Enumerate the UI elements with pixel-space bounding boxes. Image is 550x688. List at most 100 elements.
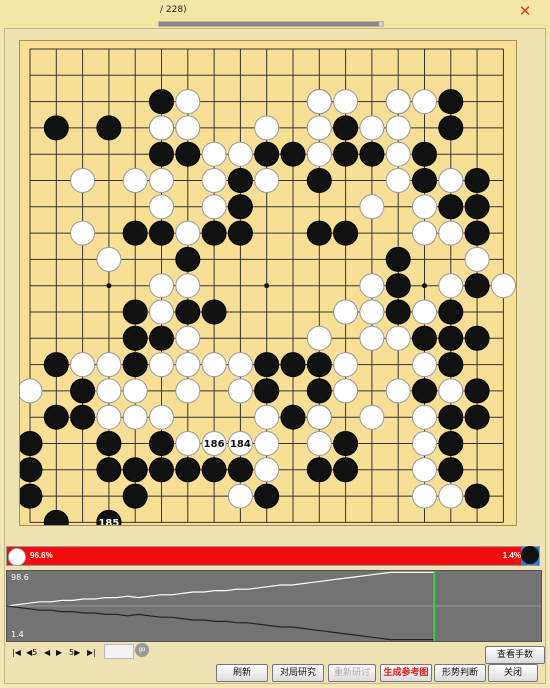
white-stone xyxy=(359,115,385,141)
white-stone xyxy=(385,378,411,404)
back-many-button[interactable]: ◀5 xyxy=(26,648,37,657)
graph-top-label: 98.6 xyxy=(11,573,29,582)
white-stone xyxy=(385,325,411,351)
black-stone xyxy=(70,404,96,430)
white-stone xyxy=(306,115,332,141)
title-progress xyxy=(158,21,384,27)
win-rate-graph[interactable]: 98.6 1.4 xyxy=(6,570,542,642)
black-win-label: 96.6% xyxy=(30,551,53,560)
black-stone xyxy=(280,404,306,430)
window-title: / 228) xyxy=(160,5,187,15)
black-stone xyxy=(280,352,306,378)
black-stone xyxy=(438,89,464,115)
white-stone xyxy=(96,378,122,404)
forward-many-button[interactable]: 5▶ xyxy=(69,648,80,657)
black-stone xyxy=(412,325,437,351)
black-stone xyxy=(306,378,332,404)
white-stone xyxy=(306,141,332,167)
white-stone xyxy=(96,352,122,378)
graph-canvas xyxy=(7,571,541,641)
close-button[interactable]: 关闭 xyxy=(488,664,538,682)
white-stone xyxy=(306,325,332,351)
black-stone xyxy=(464,483,490,509)
white-stone xyxy=(149,194,174,220)
white-stone xyxy=(149,273,174,299)
star-point xyxy=(106,283,112,289)
black-stone xyxy=(96,431,122,456)
black-stone xyxy=(438,431,464,456)
white-stone xyxy=(412,431,437,456)
star-point xyxy=(422,283,427,289)
black-stone xyxy=(122,325,148,351)
white-stone xyxy=(412,194,437,220)
black-stone xyxy=(438,352,464,378)
title-progress-fill xyxy=(159,22,379,26)
black-stone xyxy=(122,457,148,483)
white-stone xyxy=(359,404,385,430)
black-stone xyxy=(43,509,69,525)
black-stone xyxy=(306,220,332,246)
first-move-button[interactable]: |◀ xyxy=(12,648,21,657)
black-stone xyxy=(464,378,490,404)
forward-one-button[interactable]: ▶ xyxy=(56,648,62,657)
black-stone xyxy=(96,457,122,483)
white-stone xyxy=(412,457,437,483)
white-stone xyxy=(149,404,174,430)
black-stone xyxy=(175,141,201,167)
win-rate-bar: 96.6% 1.4% xyxy=(6,546,540,566)
black-stone xyxy=(306,352,332,378)
view-moves-button[interactable]: 查看手数 xyxy=(485,646,545,664)
back-one-button[interactable]: ◀ xyxy=(44,648,50,657)
white-stone xyxy=(175,220,201,246)
black-stone xyxy=(412,378,437,404)
black-stone xyxy=(464,194,490,220)
black-stone xyxy=(175,246,201,272)
last-move-button[interactable]: ▶| xyxy=(87,648,96,657)
generate-reference-button[interactable]: 生成参考图 xyxy=(380,664,432,682)
close-icon[interactable]: ✕ xyxy=(513,2,537,22)
white-stone xyxy=(385,115,411,141)
black-stone xyxy=(149,141,174,167)
graph-bottom-label: 1.4 xyxy=(11,630,24,639)
white-stone xyxy=(333,378,359,404)
white-stone xyxy=(306,431,332,456)
study-button[interactable]: 对局研究 xyxy=(272,664,324,682)
white-stone xyxy=(201,194,227,220)
black-stone xyxy=(149,89,174,115)
refresh-button[interactable]: 刷新 xyxy=(216,664,268,682)
black-stone xyxy=(464,404,490,430)
go-board[interactable]: 186184185ABCDEFGHIJKLMNOPQRS191817161514… xyxy=(20,41,516,525)
white-stone xyxy=(412,352,437,378)
black-stone xyxy=(227,457,253,483)
black-stone xyxy=(122,220,148,246)
judge-button[interactable]: 形势判断 xyxy=(434,664,486,682)
white-stone xyxy=(149,115,174,141)
black-stone xyxy=(175,457,201,483)
white-stone xyxy=(306,89,332,115)
white-stone xyxy=(385,89,411,115)
move-number-label: 184 xyxy=(230,439,251,450)
black-stone xyxy=(438,115,464,141)
black-stone xyxy=(254,141,280,167)
black-stone xyxy=(333,115,359,141)
white-stone xyxy=(438,168,464,193)
white-stone xyxy=(149,299,174,325)
white-stone xyxy=(464,246,490,272)
white-stone xyxy=(227,352,253,378)
black-stone xyxy=(149,431,174,456)
white-stone xyxy=(254,431,280,456)
move-number-input[interactable] xyxy=(104,644,134,659)
re-study-button[interactable]: 重新研讨 xyxy=(328,664,376,682)
white-stone xyxy=(254,457,280,483)
white-stone xyxy=(385,168,411,193)
white-stone xyxy=(333,89,359,115)
go-button[interactable]: go xyxy=(135,643,149,657)
black-stone xyxy=(438,325,464,351)
white-stone xyxy=(254,168,280,193)
white-stone xyxy=(412,89,437,115)
black-stone xyxy=(464,325,490,351)
white-stone xyxy=(412,220,437,246)
white-stone xyxy=(227,483,253,509)
white-stone xyxy=(438,220,464,246)
black-stone xyxy=(385,273,411,299)
